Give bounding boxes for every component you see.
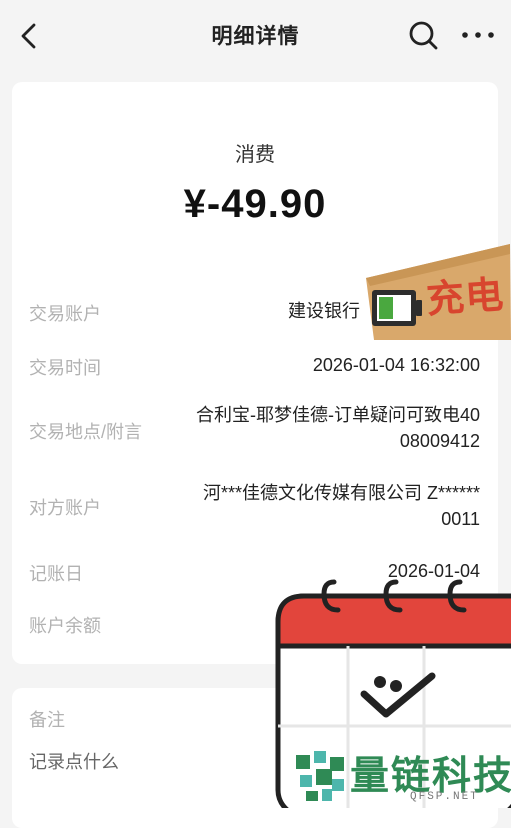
- row-label-account: 交易账户: [29, 304, 101, 324]
- row-value-location: 合利宝-耶梦佳德-订单疑问可致电40 08009412: [196, 402, 480, 454]
- row-value-location-line1: 合利宝-耶梦佳德-订单疑问可致电40: [195, 405, 480, 425]
- charging-sticker-text: 充电: [424, 274, 506, 322]
- row-label-balance: 账户余额: [29, 616, 101, 636]
- row-value-account: 建设银行: [288, 301, 360, 321]
- transaction-type: 消费: [235, 144, 275, 166]
- search-icon: [409, 21, 438, 50]
- battery-icon: [372, 290, 422, 326]
- row-label-posting-date: 记账日: [29, 564, 83, 584]
- row-label-time: 交易时间: [29, 358, 101, 378]
- row-label-location: 交易地点/附言: [29, 422, 143, 442]
- watermark: 量链科技 QFSP.NET: [290, 745, 511, 808]
- row-value-location-line2: 08009412: [399, 431, 480, 451]
- transaction-amount: ¥-49.90: [183, 182, 327, 226]
- watermark-url: QFSP.NET: [410, 791, 479, 803]
- more-horizontal-icon: [462, 32, 494, 38]
- row-value-counterparty-line2: 0011: [441, 509, 480, 529]
- watermark-logo-icon: [296, 751, 344, 801]
- charging-sticker: 充电: [360, 244, 511, 340]
- row-value-counterparty-line1: 河***佳德文化传媒有限公司 Z******: [202, 483, 480, 503]
- search-button[interactable]: [406, 18, 440, 52]
- note-label: 备注: [29, 710, 65, 730]
- row-label-counterparty: 对方账户: [29, 498, 101, 518]
- row-value-time: 2026-01-04 16:32:00: [312, 355, 480, 375]
- more-button[interactable]: [459, 18, 497, 52]
- row-value-counterparty: 河***佳德文化传媒有限公司 Z****** 0011: [203, 480, 480, 532]
- top-nav-bar: 明细详情: [0, 0, 511, 70]
